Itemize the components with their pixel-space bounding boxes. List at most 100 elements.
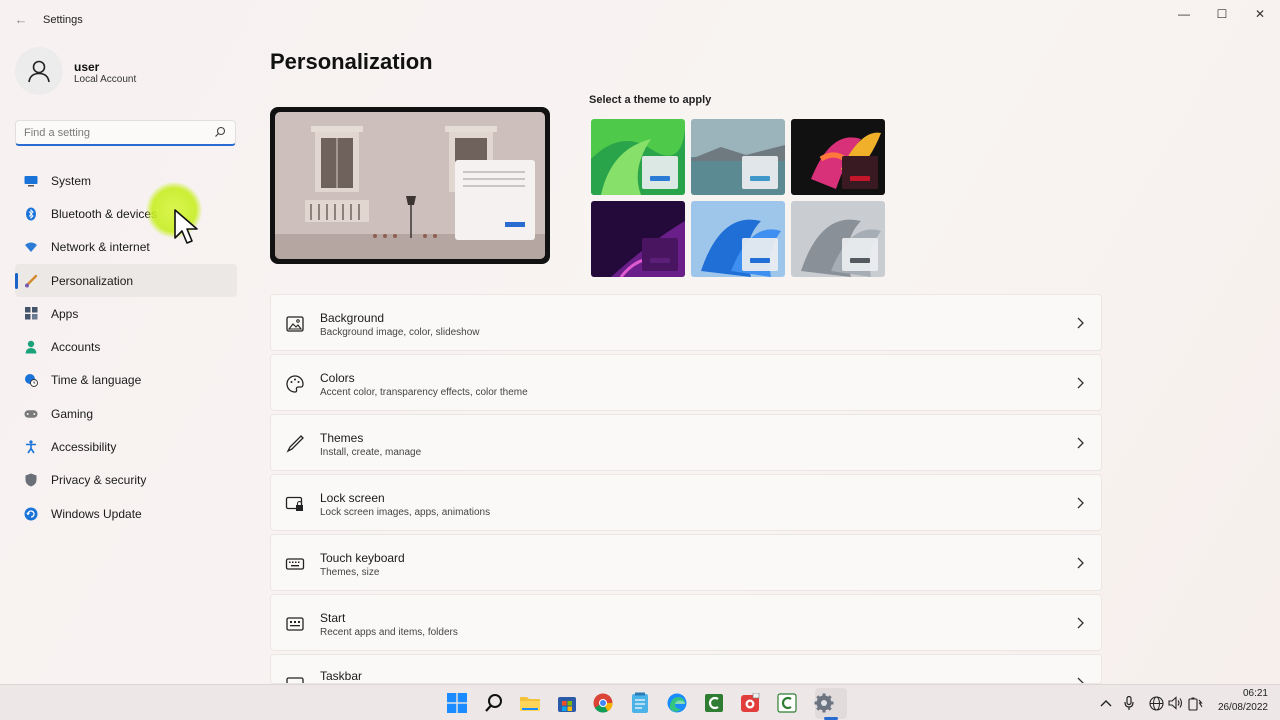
sidebar-item-personalization[interactable]: Personalization: [15, 263, 237, 298]
sidebar-item-accessibility[interactable]: Accessibility: [15, 430, 237, 463]
chrome-icon[interactable]: [591, 691, 615, 715]
taskbar-icon: [286, 677, 304, 683]
pen-icon: [286, 435, 304, 453]
card-title: Background: [320, 311, 385, 325]
sidebar-item-accounts[interactable]: Accounts: [15, 330, 237, 363]
theme-accent-bar: [750, 258, 770, 263]
theme-green[interactable]: [591, 119, 685, 195]
sidebar-item-system[interactable]: System: [15, 164, 237, 197]
sidebar-item-label: System: [51, 173, 92, 188]
volume-icon[interactable]: [1167, 695, 1183, 711]
page-title: Personalization: [270, 49, 433, 74]
palette-icon: [286, 375, 304, 393]
theme-flower[interactable]: [791, 119, 885, 195]
lock-screen-icon: [285, 496, 303, 511]
notepad-icon[interactable]: [628, 691, 652, 715]
search-placeholder: Find a setting: [24, 127, 91, 139]
sidebar-item-windows-update[interactable]: Windows Update: [15, 497, 237, 530]
sidebar-item-gaming[interactable]: Gaming: [15, 397, 237, 430]
minimize-button[interactable]: —: [1166, 6, 1202, 22]
theme-chip: [842, 156, 878, 189]
settings-window: ← Settings — ☐ ✕ user Local Account Find…: [0, 0, 1280, 684]
chevron-right-icon: [1077, 557, 1084, 569]
recorder-icon[interactable]: [738, 691, 762, 715]
card-colors[interactable]: Colors Accent color, transparency effect…: [270, 354, 1102, 411]
sidebar-item-bluetooth[interactable]: Bluetooth & devices: [15, 197, 237, 230]
theme-chip: [742, 156, 778, 189]
sidebar-item-label: Windows Update: [51, 506, 142, 521]
avatar[interactable]: [15, 47, 63, 95]
apps-icon: [24, 307, 38, 321]
windows-start-icon[interactable]: [445, 691, 469, 715]
gamepad-icon: [24, 407, 38, 421]
card-subtitle: Background image, color, slideshow: [320, 327, 480, 338]
theme-accent-bar: [750, 176, 770, 181]
close-button[interactable]: ✕: [1242, 6, 1278, 22]
clock-date[interactable]: 26/08/2022: [1218, 702, 1268, 713]
card-subtitle: Lock screen images, apps, animations: [320, 507, 491, 518]
keyboard-icon: [285, 558, 305, 570]
sidebar-item-apps[interactable]: Apps: [15, 297, 237, 330]
sidebar-item-time-language[interactable]: Time & language: [15, 364, 237, 397]
theme-lake[interactable]: [691, 119, 785, 195]
card-title: Colors: [320, 371, 355, 385]
camtasia-icon[interactable]: [702, 691, 726, 715]
card-subtitle: Themes, size: [320, 567, 380, 578]
update-icon: [24, 507, 38, 521]
theme-blue-bloom[interactable]: [691, 201, 785, 277]
card-title: Lock screen: [320, 491, 385, 505]
theme-heading: Select a theme to apply: [589, 94, 712, 106]
card-title: Themes: [320, 431, 364, 445]
card-background[interactable]: Background Background image, color, slid…: [270, 294, 1102, 351]
sidebar-nav: System Bluetooth & devices Network & int…: [15, 164, 237, 530]
globe-clock-icon: [24, 373, 38, 388]
store-icon[interactable]: [555, 691, 579, 715]
globe-icon[interactable]: [1148, 695, 1164, 711]
card-title: Taskbar: [320, 669, 363, 683]
editor-icon[interactable]: [775, 691, 799, 715]
theme-accent-bar: [850, 258, 870, 263]
card-lock-screen[interactable]: Lock screen Lock screen images, apps, an…: [270, 474, 1102, 531]
wifi-icon: [24, 240, 38, 254]
card-title: Start: [320, 611, 346, 625]
card-subtitle: Recent apps and items, folders: [320, 627, 458, 638]
sidebar-item-label: Network & internet: [51, 240, 150, 255]
edge-icon[interactable]: [665, 691, 689, 715]
card-subtitle: Install, create, manage: [320, 447, 422, 458]
clock-time[interactable]: 06:21: [1243, 688, 1268, 699]
maximize-button[interactable]: ☐: [1204, 6, 1240, 22]
theme-grey-bloom[interactable]: [791, 201, 885, 277]
settings-icon[interactable]: [812, 691, 836, 715]
accessibility-icon: [24, 440, 38, 454]
theme-chip: [642, 156, 678, 189]
sidebar-item-label: Accessibility: [51, 440, 117, 455]
search-icon[interactable]: [214, 126, 226, 138]
sidebar-item-privacy[interactable]: Privacy & security: [15, 464, 237, 497]
search-field[interactable]: Find a setting: [15, 120, 236, 146]
card-taskbar[interactable]: Taskbar: [270, 654, 1102, 684]
sidebar-item-label: Bluetooth & devices: [51, 206, 158, 221]
sidebar-item-network[interactable]: Network & internet: [15, 231, 237, 264]
card-start[interactable]: Start Recent apps and items, folders: [270, 594, 1102, 651]
microphone-icon[interactable]: [1121, 695, 1137, 711]
search-icon[interactable]: [482, 691, 506, 715]
chevron-right-icon: [1077, 617, 1084, 629]
theme-chip: [842, 238, 878, 271]
theme-purple-glow[interactable]: [591, 201, 685, 277]
person-icon: [24, 340, 38, 354]
user-name: user: [74, 60, 100, 74]
shield-icon: [24, 473, 38, 487]
chevron-right-icon: [1077, 377, 1084, 389]
back-button[interactable]: ←: [10, 10, 32, 30]
person-icon: [28, 60, 50, 83]
chevron-up-icon[interactable]: [1098, 695, 1114, 711]
title-bar: ← Settings — ☐ ✕: [0, 0, 1280, 40]
battery-icon[interactable]: [1187, 695, 1203, 711]
card-touch-keyboard[interactable]: Touch keyboard Themes, size: [270, 534, 1102, 591]
file-explorer-icon[interactable]: [518, 691, 542, 715]
theme-chip: [742, 238, 778, 271]
start-icon: [286, 617, 304, 631]
card-themes[interactable]: Themes Install, create, manage: [270, 414, 1102, 471]
account-type: Local Account: [74, 74, 137, 85]
chevron-right-icon: [1077, 437, 1084, 449]
